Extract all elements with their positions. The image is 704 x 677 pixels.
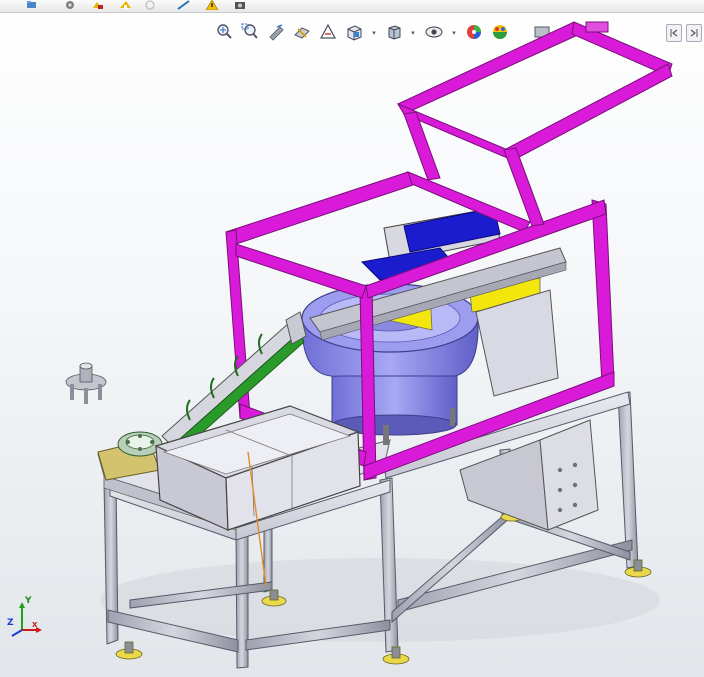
triad-z-label: Z <box>7 618 14 628</box>
triad-x-label: X <box>32 621 38 629</box>
model-viewport[interactable] <box>0 0 704 677</box>
triad-y-label: Y <box>25 596 32 606</box>
coordinate-triad: Y Z X <box>2 596 42 640</box>
loose-part-model[interactable] <box>65 362 107 404</box>
